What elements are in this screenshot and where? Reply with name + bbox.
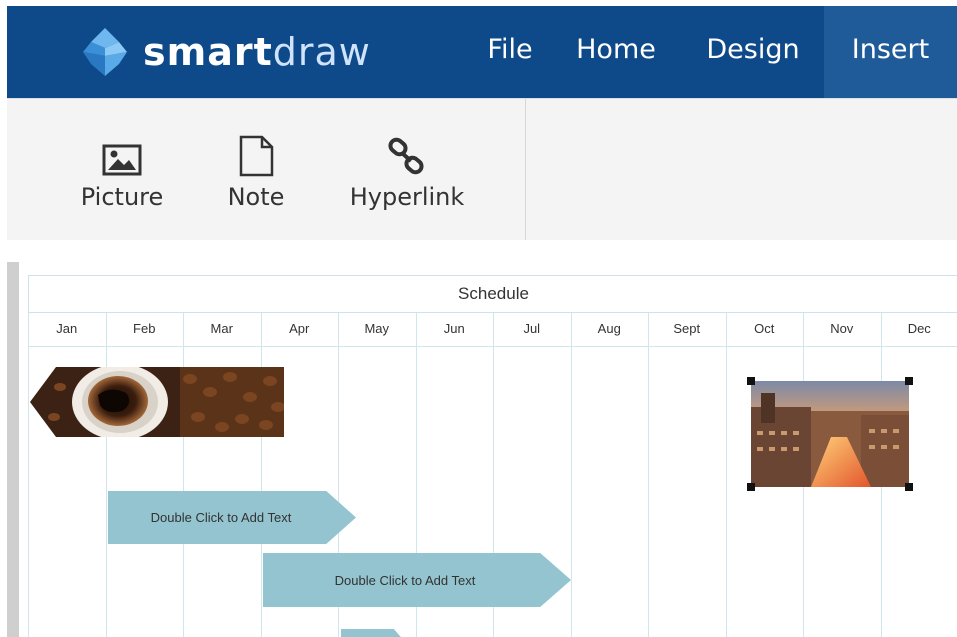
note-icon	[239, 135, 274, 177]
canvas-left-gutter	[7, 262, 19, 637]
task-bar-3[interactable]	[341, 629, 407, 637]
task-bar-2[interactable]: Double Click to Add Text	[263, 553, 571, 607]
month-header-jul: Jul	[523, 321, 541, 336]
month-header-apr: Apr	[289, 321, 310, 336]
month-grid-line	[725, 312, 727, 637]
city-image[interactable]	[747, 377, 913, 491]
menu-file[interactable]: File	[467, 6, 553, 98]
month-grid-line	[570, 312, 572, 637]
month-grid-line	[183, 312, 184, 637]
menu-home[interactable]: Home	[563, 6, 669, 98]
picture-button[interactable]: Picture	[57, 143, 187, 211]
insert-ribbon: Picture Note Hyperlink	[7, 98, 957, 240]
month-header-mar: Mar	[210, 321, 233, 336]
month-header-jan: Jan	[56, 321, 78, 336]
task-bar-2-label: Double Click to Add Text	[334, 572, 476, 588]
month-header-aug: Aug	[597, 321, 621, 336]
resize-handle-top-right[interactable]	[905, 377, 913, 385]
month-header-may: May	[364, 321, 390, 336]
logo-text-bold: smart	[143, 30, 273, 74]
city-image-graphic	[751, 381, 909, 487]
picture-icon	[102, 144, 142, 176]
smartdraw-logo-icon	[83, 28, 127, 76]
month-grid-line	[28, 312, 29, 637]
task-bar-1[interactable]: Double Click to Add Text	[108, 491, 356, 544]
note-label: Note	[227, 183, 285, 211]
schedule-canvas[interactable]: Schedule Jan Feb Mar Apr May Jun Jul Aug Sept Oct…	[28, 275, 957, 637]
menu-insert[interactable]: Insert	[824, 6, 957, 98]
month-header-feb: Feb	[133, 321, 156, 336]
month-header-dec: Dec	[907, 321, 931, 336]
month-header-oct: Oct	[754, 321, 775, 336]
hyperlink-button[interactable]: Hyperlink	[337, 137, 477, 211]
month-grid-line	[260, 312, 262, 637]
smartdraw-logo[interactable]: smartdraw	[79, 22, 371, 82]
month-row-divider	[28, 346, 957, 347]
month-grid-line	[105, 312, 107, 637]
month-header-nov: Nov	[830, 321, 854, 336]
month-header-sept: Sept	[673, 321, 701, 336]
note-button[interactable]: Note	[191, 135, 321, 211]
resize-handle-bottom-right[interactable]	[905, 483, 913, 491]
smartdraw-logo-text: smartdraw	[143, 30, 371, 74]
task-bar-1-label: Double Click to Add Text	[150, 510, 292, 525]
month-header-jun: Jun	[443, 321, 465, 336]
schedule-title[interactable]: Schedule	[28, 275, 957, 313]
coffee-image[interactable]	[30, 367, 284, 437]
month-grid-line	[648, 312, 649, 637]
coffee-image-graphic	[30, 367, 284, 437]
resize-handle-bottom-left[interactable]	[747, 483, 755, 491]
logo-text-light: draw	[272, 30, 371, 74]
menu-design[interactable]: Design	[691, 6, 815, 98]
resize-handle-top-left[interactable]	[747, 377, 755, 385]
top-nav-bar: smartdraw File Home Design Insert	[7, 6, 957, 98]
hyperlink-label: Hyperlink	[349, 183, 465, 211]
ribbon-divider	[525, 99, 526, 240]
hyperlink-icon	[388, 137, 424, 175]
picture-label: Picture	[80, 183, 164, 211]
